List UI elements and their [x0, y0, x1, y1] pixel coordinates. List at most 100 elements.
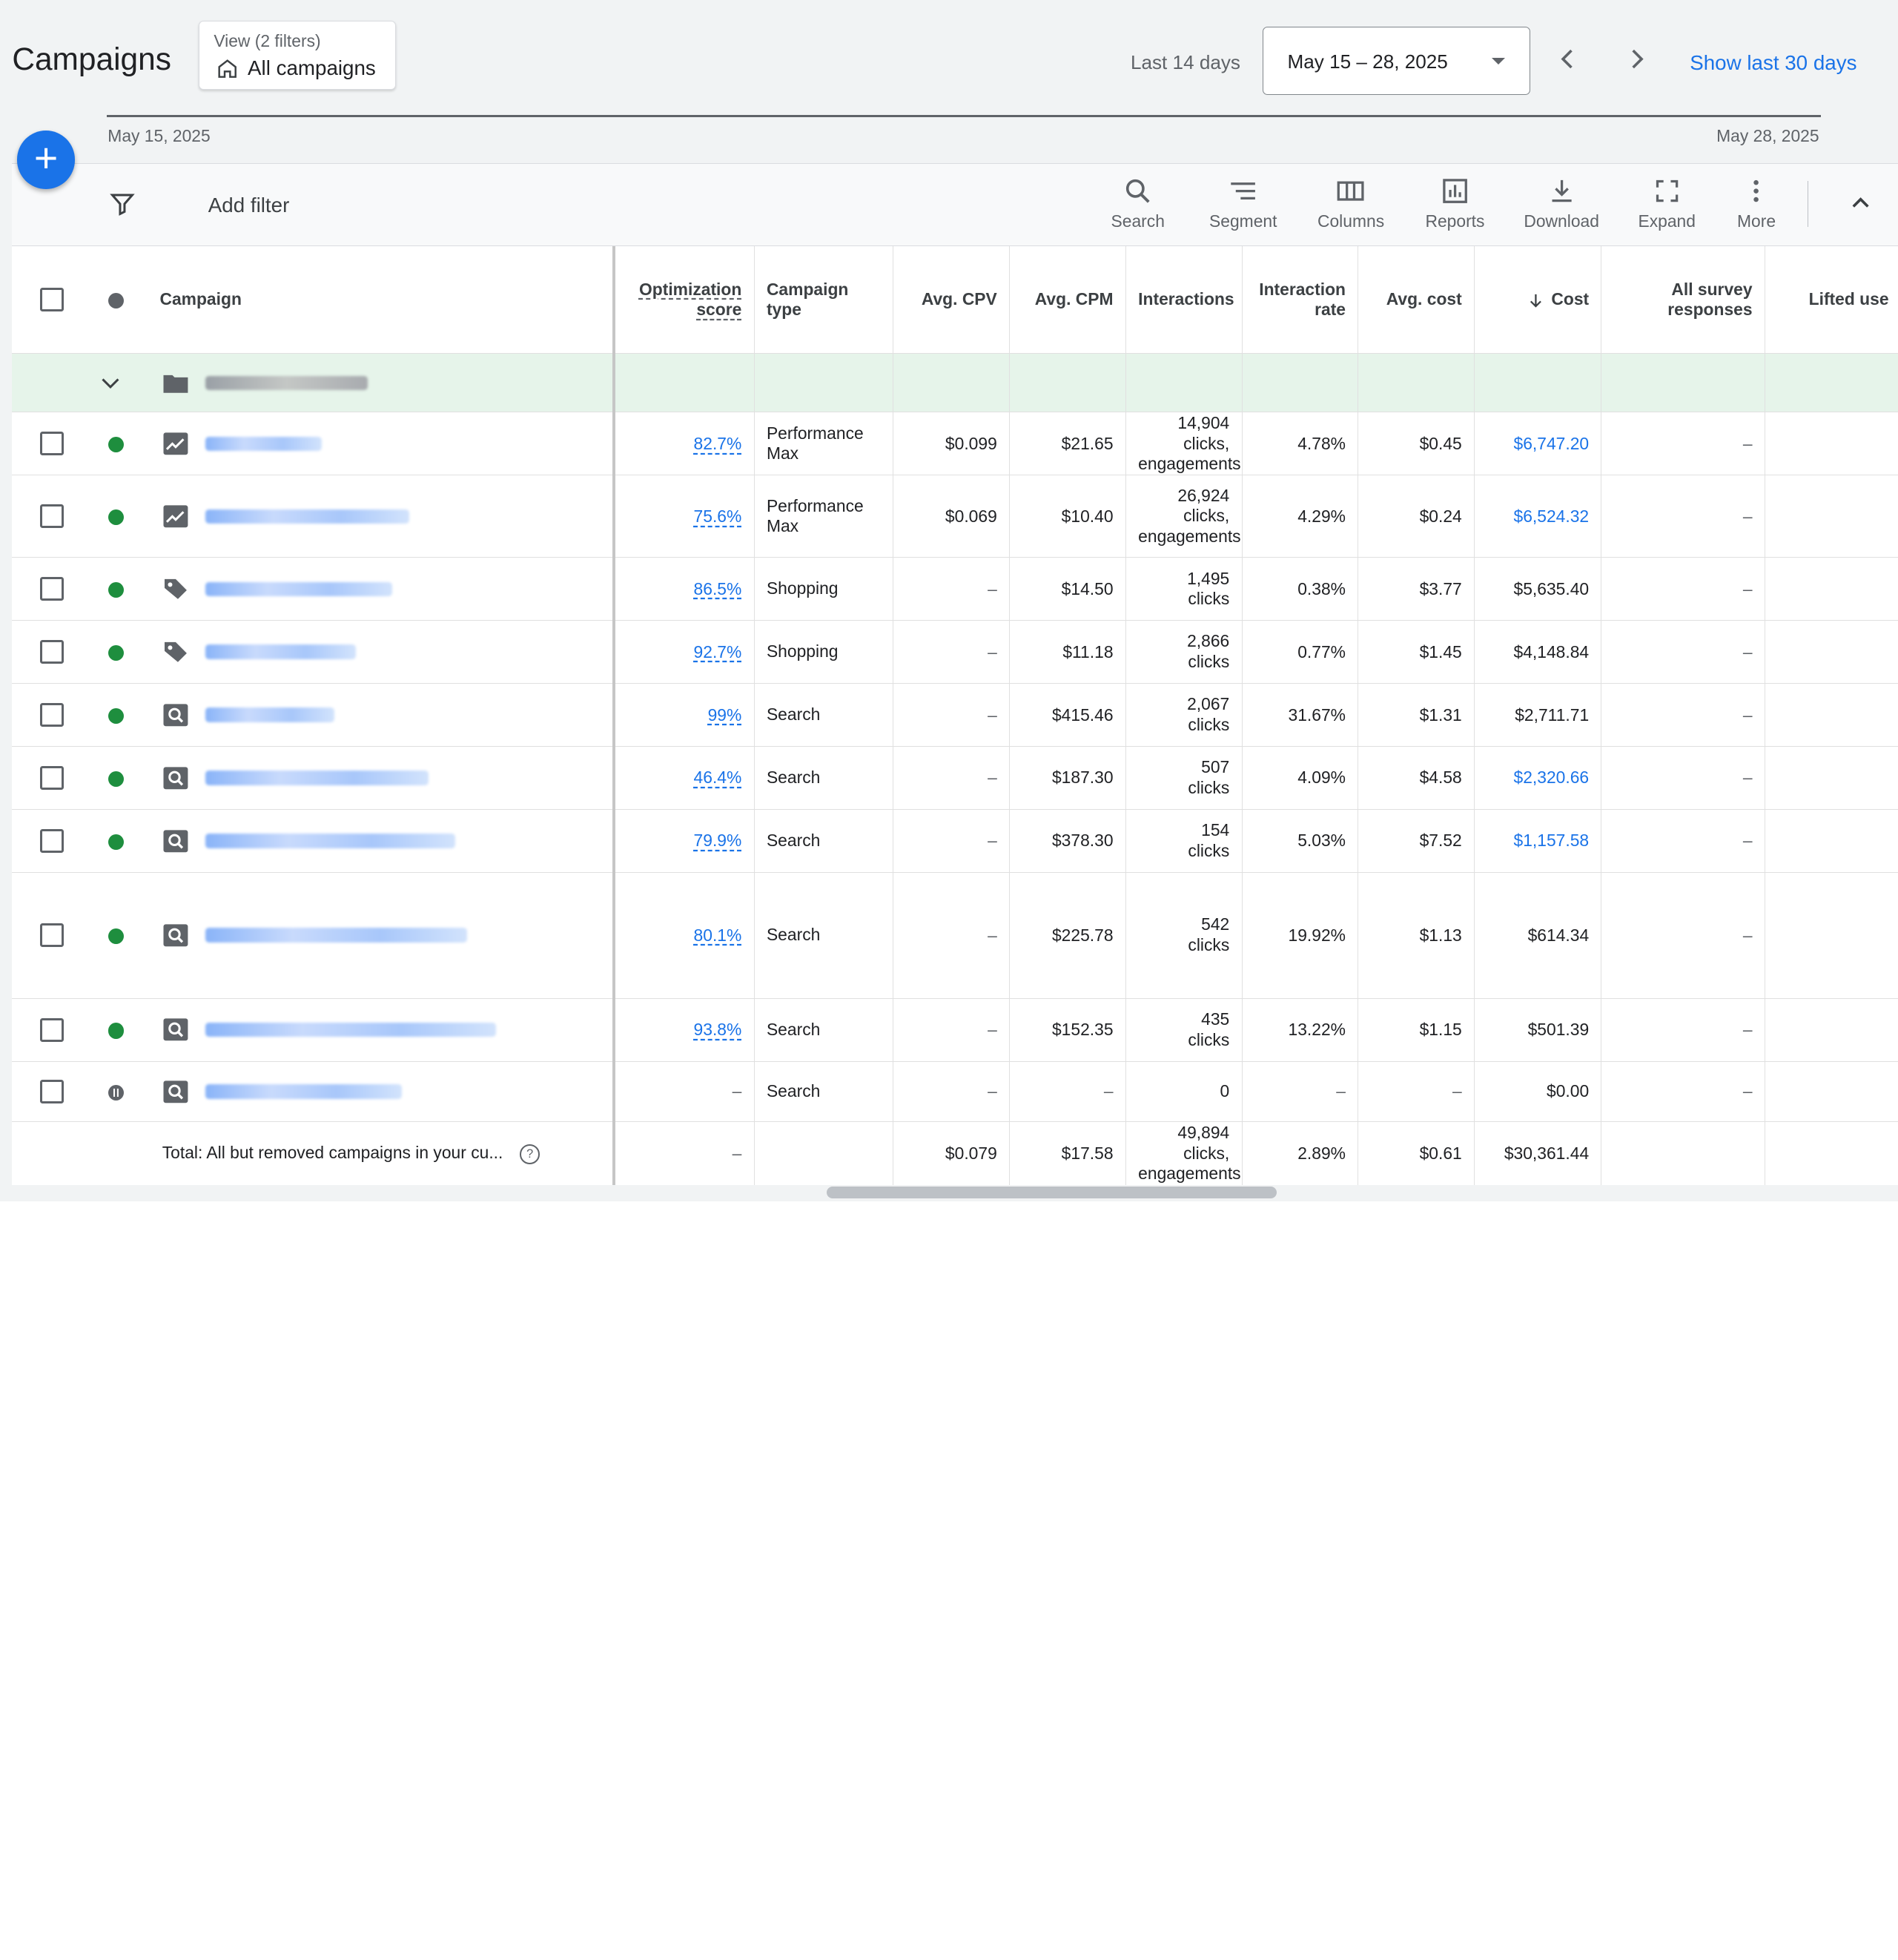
row-status-cell[interactable]: [92, 412, 141, 476]
opt-score-value[interactable]: 46.4%: [694, 768, 742, 787]
date-range-picker[interactable]: May 15 – 28, 2025: [1262, 26, 1531, 95]
row-status-cell[interactable]: [92, 998, 141, 1062]
table-row[interactable]: – Search – –0– – $0.00–: [12, 1061, 1898, 1123]
table-row[interactable]: 93.8% Search – $152.35 435 clicks 13.22% $1.15 $…: [12, 998, 1898, 1062]
show-last-30-days-link[interactable]: Show last 30 days: [1690, 51, 1856, 75]
opt-score-value[interactable]: 86.5%: [694, 579, 742, 598]
campaign-name-blurred[interactable]: [205, 581, 392, 597]
campaign-group-row[interactable]: [12, 353, 1898, 413]
segment-tool-button[interactable]: Segment: [1207, 176, 1280, 240]
campaign-name-cell[interactable]: [140, 557, 615, 621]
row-checkbox[interactable]: [40, 923, 65, 948]
survey-responses-header[interactable]: All survey responses: [1601, 246, 1765, 354]
cost-header[interactable]: Cost: [1474, 246, 1602, 354]
group-name-cell[interactable]: [140, 353, 615, 413]
row-status-cell[interactable]: [92, 746, 141, 810]
row-status-cell[interactable]: [92, 475, 141, 558]
campaign-name-blurred[interactable]: [205, 707, 334, 722]
opt-score-value[interactable]: 99%: [708, 705, 742, 725]
campaign-type-header[interactable]: Campaign type: [754, 246, 894, 354]
table-row[interactable]: 75.6% Performance Max $0.069 $10.40 26,924 cli…: [12, 475, 1898, 558]
opt-score-value[interactable]: 92.7%: [694, 642, 742, 661]
cost-cell[interactable]: $6,524.32: [1474, 475, 1602, 558]
select-all-checkbox[interactable]: [40, 288, 65, 312]
opt-score-value[interactable]: 93.8%: [694, 1020, 742, 1039]
group-toggle-cell[interactable]: [92, 353, 141, 413]
opt-score-value[interactable]: 79.9%: [694, 831, 742, 850]
help-icon[interactable]: ?: [520, 1144, 540, 1164]
row-checkbox[interactable]: [40, 828, 65, 853]
expand-tool-button[interactable]: Expand: [1634, 176, 1699, 240]
more-tool-button[interactable]: More: [1730, 176, 1783, 240]
interaction-rate-header[interactable]: Interaction rate: [1242, 246, 1359, 354]
row-status-cell[interactable]: [92, 1061, 141, 1123]
table-row[interactable]: 92.7% Shopping – $11.18 2,866 clicks 0.77% $1.4…: [12, 620, 1898, 684]
campaign-name-cell[interactable]: [140, 620, 615, 684]
campaign-name-blurred[interactable]: [205, 644, 356, 659]
cost-cell[interactable]: $2,320.66: [1474, 746, 1602, 810]
avg-cpv-header[interactable]: Avg. CPV: [893, 246, 1011, 354]
campaign-name-cell[interactable]: [140, 683, 615, 748]
opt-score-cell[interactable]: 75.6%: [613, 475, 755, 558]
filter-icon[interactable]: [109, 191, 136, 217]
opt-score-cell[interactable]: 80.1%: [613, 872, 755, 999]
chevron-right-icon[interactable]: [1622, 44, 1651, 73]
interactions-header[interactable]: Interactions: [1125, 246, 1243, 354]
row-status-cell[interactable]: [92, 872, 141, 999]
add-filter-button[interactable]: Add filter: [208, 194, 290, 217]
opt-score-cell[interactable]: 79.9%: [613, 809, 755, 873]
campaign-name-cell[interactable]: [140, 872, 615, 999]
table-row[interactable]: 80.1% Search – $225.78 542 clicks 19.92% $1.13 $…: [12, 872, 1898, 999]
cost-cell[interactable]: $6,747.20: [1474, 412, 1602, 476]
avg-cost-header[interactable]: Avg. cost: [1358, 246, 1475, 354]
opt-score-cell[interactable]: –: [613, 1061, 755, 1123]
campaign-name-cell[interactable]: [140, 998, 615, 1062]
opt-score-cell[interactable]: 92.7%: [613, 620, 755, 684]
campaign-name-cell[interactable]: [140, 1061, 615, 1123]
opt-score-value[interactable]: –: [733, 1081, 742, 1101]
opt-score-value[interactable]: 82.7%: [694, 434, 742, 453]
row-checkbox[interactable]: [40, 1017, 65, 1042]
table-row[interactable]: 82.7% Performance Max $0.099 $21.65 14,904 cli…: [12, 412, 1898, 476]
row-checkbox[interactable]: [40, 640, 65, 664]
avg-cpm-header[interactable]: Avg. CPM: [1009, 246, 1126, 354]
opt-score-value[interactable]: 80.1%: [694, 925, 742, 945]
row-status-cell[interactable]: [92, 557, 141, 621]
row-checkbox[interactable]: [40, 765, 65, 791]
campaign-name-cell[interactable]: [140, 746, 615, 810]
row-checkbox[interactable]: [40, 432, 65, 456]
row-status-cell[interactable]: [92, 809, 141, 873]
row-checkbox[interactable]: [40, 577, 65, 601]
table-row[interactable]: 86.5% Shopping – $14.50 1,495 clicks 0.38% $3.7…: [12, 557, 1898, 621]
row-checkbox[interactable]: [40, 703, 65, 727]
campaign-name-blurred[interactable]: [205, 509, 409, 524]
campaign-name-cell[interactable]: [140, 809, 615, 873]
campaign-name-blurred[interactable]: [205, 436, 323, 452]
opt-score-cell[interactable]: 99%: [613, 683, 755, 748]
table-row[interactable]: 79.9% Search – $378.30 154 clicks 5.03% $7.52 $1…: [12, 809, 1898, 873]
opt-score-cell[interactable]: 86.5%: [613, 557, 755, 621]
campaign-name-blurred[interactable]: [205, 771, 429, 785]
campaign-name-blurred[interactable]: [205, 1022, 497, 1037]
opt-score-cell[interactable]: 93.8%: [613, 998, 755, 1062]
campaign-name-cell[interactable]: [140, 475, 615, 558]
opt-score-cell[interactable]: 46.4%: [613, 746, 755, 810]
cost-cell[interactable]: $1,157.58: [1474, 809, 1602, 873]
campaign-name-blurred[interactable]: [205, 1084, 402, 1099]
table-row[interactable]: 99% Search – $415.46 2,067 clicks 31.67% $1.31 $…: [12, 683, 1898, 748]
search-tool-button[interactable]: Search: [1109, 176, 1167, 240]
create-button[interactable]: +: [16, 131, 76, 189]
campaign-name-blurred[interactable]: [205, 928, 468, 943]
optimization-score-header[interactable]: Optimization score: [613, 246, 755, 354]
campaign-name-blurred[interactable]: [205, 834, 455, 848]
campaign-name-cell[interactable]: [140, 412, 615, 476]
horizontal-scrollbar[interactable]: [827, 1187, 1277, 1199]
row-checkbox[interactable]: [40, 1079, 65, 1103]
row-status-cell[interactable]: [92, 620, 141, 684]
row-checkbox[interactable]: [40, 504, 65, 529]
campaign-header[interactable]: Campaign: [140, 246, 615, 354]
opt-score-value[interactable]: 75.6%: [694, 507, 742, 526]
columns-tool-button[interactable]: Columns: [1313, 176, 1388, 240]
row-status-cell[interactable]: [92, 683, 141, 748]
table-row[interactable]: 46.4% Search – $187.30 507 clicks 4.09% $4.58 $2…: [12, 746, 1898, 810]
